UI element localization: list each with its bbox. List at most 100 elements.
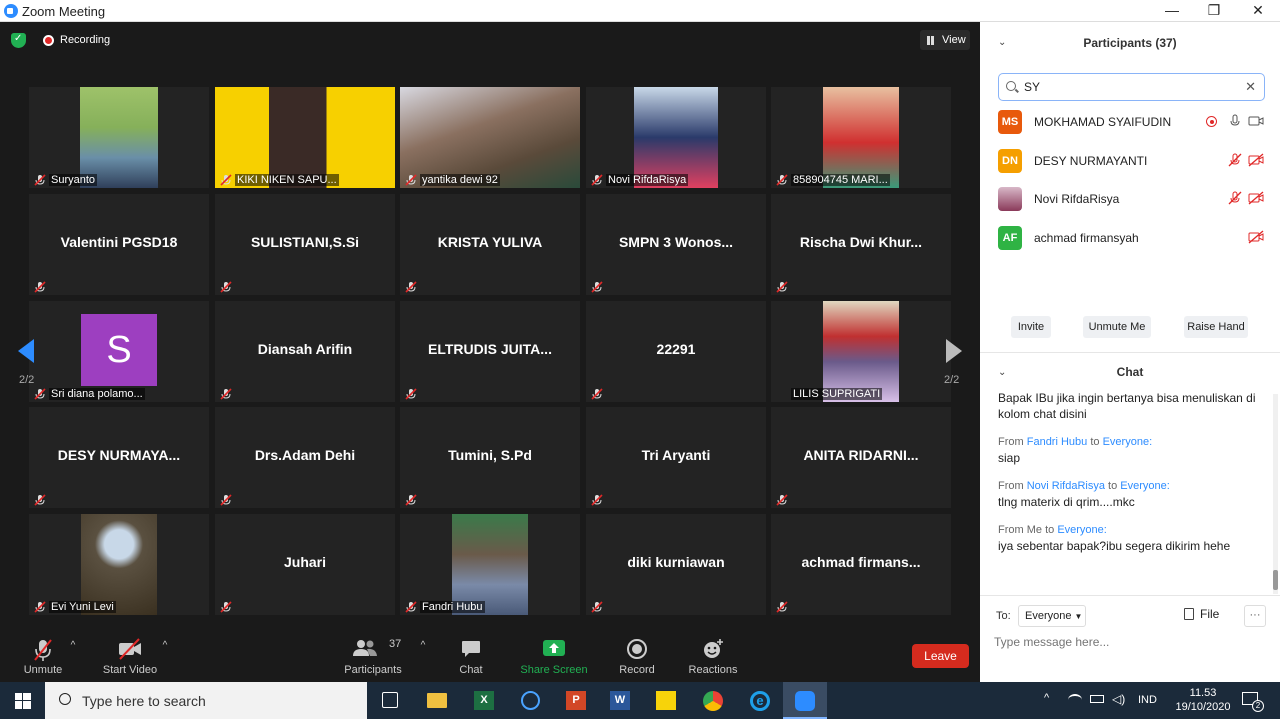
camera-off-icon xyxy=(119,638,141,660)
participant-tile[interactable]: SMPN 3 Wonos... xyxy=(586,194,766,295)
participant-name: Fandri Hubu xyxy=(420,601,485,613)
participant-tile[interactable]: yantika dewi 92 xyxy=(400,87,580,188)
leave-button[interactable]: Leave xyxy=(912,644,969,668)
participant-row[interactable]: AF achmad firmansyah xyxy=(998,224,1268,252)
participant-tile[interactable]: KRISTA YULIVA xyxy=(400,194,580,295)
language-indicator[interactable]: IND xyxy=(1138,694,1157,706)
view-button[interactable]: View xyxy=(920,30,970,50)
unmute-button[interactable]: Unmute xyxy=(14,632,72,682)
minimize-button[interactable]: — xyxy=(1150,0,1194,22)
participant-tile[interactable]: diki kurniawan xyxy=(586,514,766,615)
reactions-button[interactable]: Reactions xyxy=(684,632,742,682)
participant-tile[interactable]: Valentini PGSD18 xyxy=(29,194,209,295)
participant-tile[interactable]: Evi Yuni Levi xyxy=(29,514,209,615)
zoom-taskbar-button[interactable] xyxy=(783,682,827,719)
muted-mic-icon xyxy=(34,493,46,506)
invite-button[interactable]: Invite xyxy=(1011,316,1051,338)
excel-icon[interactable]: X xyxy=(474,691,494,710)
participant-tile[interactable]: LILIS SUPRIGATI xyxy=(771,301,951,402)
windows-start-icon[interactable] xyxy=(15,693,31,709)
participant-row[interactable]: MS MOKHAMAD SYAIFUDIN xyxy=(998,108,1268,136)
clear-search-icon[interactable]: ✕ xyxy=(1245,74,1256,100)
participant-tile[interactable]: DESY NURMAYA... xyxy=(29,407,209,508)
participant-name: SMPN 3 Wonos... xyxy=(618,234,734,250)
participant-tile[interactable]: Novi RifdaRisya xyxy=(586,87,766,188)
participant-video xyxy=(823,301,899,402)
start-video-button[interactable]: Start Video xyxy=(98,632,162,682)
participant-tile[interactable]: Diansah Arifin xyxy=(215,301,395,402)
dropdown-caret-icon: ▼ xyxy=(1074,612,1083,621)
volume-icon[interactable]: ◁) xyxy=(1112,692,1125,706)
file-button[interactable]: File xyxy=(1184,607,1238,625)
taskbar-search-box[interactable]: Type here to search xyxy=(45,682,367,719)
close-button[interactable]: ✕ xyxy=(1236,0,1280,22)
chat-sender[interactable]: Fandri Hubu xyxy=(1027,436,1088,448)
recording-status-icon xyxy=(1206,116,1217,127)
internet-explorer-icon[interactable]: e xyxy=(750,691,770,711)
show-hidden-icons-icon[interactable]: ^ xyxy=(1044,692,1049,704)
participant-name: DESY NURMAYANTI xyxy=(1034,154,1148,168)
security-shield-icon[interactable] xyxy=(11,33,26,48)
raise-hand-button[interactable]: Raise Hand xyxy=(1184,316,1248,338)
recipient-dropdown[interactable]: Everyone ▼ xyxy=(1018,605,1086,627)
more-options-button[interactable]: ··· xyxy=(1244,605,1266,627)
system-clock[interactable]: 11.53 19/10/2020 xyxy=(1172,686,1234,714)
participant-tile[interactable]: 22291 xyxy=(586,301,766,402)
participant-tile[interactable]: achmad firmans... xyxy=(771,514,951,615)
participant-tile[interactable]: Tri Aryanti xyxy=(586,407,766,508)
participant-name: DESY NURMAYA... xyxy=(57,447,181,463)
reactions-smiley-icon xyxy=(704,639,723,658)
participant-tile[interactable]: ELTRUDIS JUITA... xyxy=(400,301,580,402)
participant-tile[interactable]: Rischa Dwi Khur... xyxy=(771,194,951,295)
to-label: To: xyxy=(996,610,1011,622)
chat-message: From Me to Everyone: iya sebentar bapak?… xyxy=(998,522,1260,554)
word-icon[interactable]: W xyxy=(610,691,630,710)
participant-tile[interactable]: 858904745 MARI... xyxy=(771,87,951,188)
participant-row[interactable]: Novi RifdaRisya xyxy=(998,185,1268,213)
chat-recipient[interactable]: Everyone: xyxy=(1103,436,1153,448)
participant-search-input[interactable]: SY ✕ xyxy=(998,73,1265,101)
record-button[interactable]: Record xyxy=(612,632,662,682)
share-screen-button[interactable]: Share Screen xyxy=(516,632,592,682)
participant-tile[interactable]: Drs.Adam Dehi xyxy=(215,407,395,508)
chat-message-input[interactable] xyxy=(994,632,1264,652)
chat-button[interactable]: Chat xyxy=(446,632,496,682)
participant-tile[interactable]: KIKI NIKEN SAPU... xyxy=(215,87,395,188)
participant-avatar xyxy=(998,187,1022,211)
edge-legacy-icon[interactable] xyxy=(521,691,540,710)
file-explorer-icon[interactable] xyxy=(427,693,447,708)
participant-name: ANITA RIDARNI... xyxy=(803,447,919,463)
participant-name: achmad firmans... xyxy=(801,554,921,570)
unmute-me-button[interactable]: Unmute Me xyxy=(1083,316,1151,338)
muted-mic-icon xyxy=(776,600,788,613)
task-view-icon[interactable] xyxy=(382,692,398,708)
restore-button[interactable]: ❐ xyxy=(1192,0,1236,22)
participant-tile[interactable]: ANITA RIDARNI... xyxy=(771,407,951,508)
share-screen-label: Share Screen xyxy=(520,664,588,676)
next-page-arrow-icon[interactable] xyxy=(946,339,962,363)
sticky-notes-icon[interactable] xyxy=(656,691,676,710)
powerpoint-icon[interactable]: P xyxy=(566,691,586,710)
participant-name: Diansah Arifin xyxy=(257,341,353,357)
participant-name: MOKHAMAD SYAIFUDIN xyxy=(1034,115,1172,129)
participant-tile[interactable]: Tumini, S.Pd xyxy=(400,407,580,508)
chat-recipient[interactable]: Everyone: xyxy=(1057,524,1107,536)
taskbar-search-icon xyxy=(59,693,71,705)
wifi-icon[interactable] xyxy=(1068,694,1082,706)
participant-tile[interactable]: Fandri Hubu xyxy=(400,514,580,615)
previous-page-arrow-icon[interactable] xyxy=(18,339,34,363)
participants-button[interactable]: 37 Participants xyxy=(340,632,406,682)
chat-recipient[interactable]: Everyone: xyxy=(1120,480,1170,492)
participant-tile[interactable]: Juhari xyxy=(215,514,395,615)
chat-scrollbar[interactable] xyxy=(1273,394,1278,594)
chrome-icon[interactable] xyxy=(703,691,723,711)
participant-tile[interactable]: SULISTIANI,S.Si xyxy=(215,194,395,295)
participant-name: yantika dewi 92 xyxy=(420,174,500,186)
participant-row[interactable]: DN DESY NURMAYANTI xyxy=(998,147,1268,175)
participant-tile[interactable]: S Sri diana polamo... xyxy=(29,301,209,402)
chat-sender[interactable]: Novi RifdaRisya xyxy=(1027,480,1105,492)
participant-tile[interactable]: Suryanto xyxy=(29,87,209,188)
chat-scrollbar-thumb[interactable] xyxy=(1273,570,1278,590)
battery-icon[interactable] xyxy=(1090,695,1104,703)
share-screen-icon xyxy=(543,640,565,656)
